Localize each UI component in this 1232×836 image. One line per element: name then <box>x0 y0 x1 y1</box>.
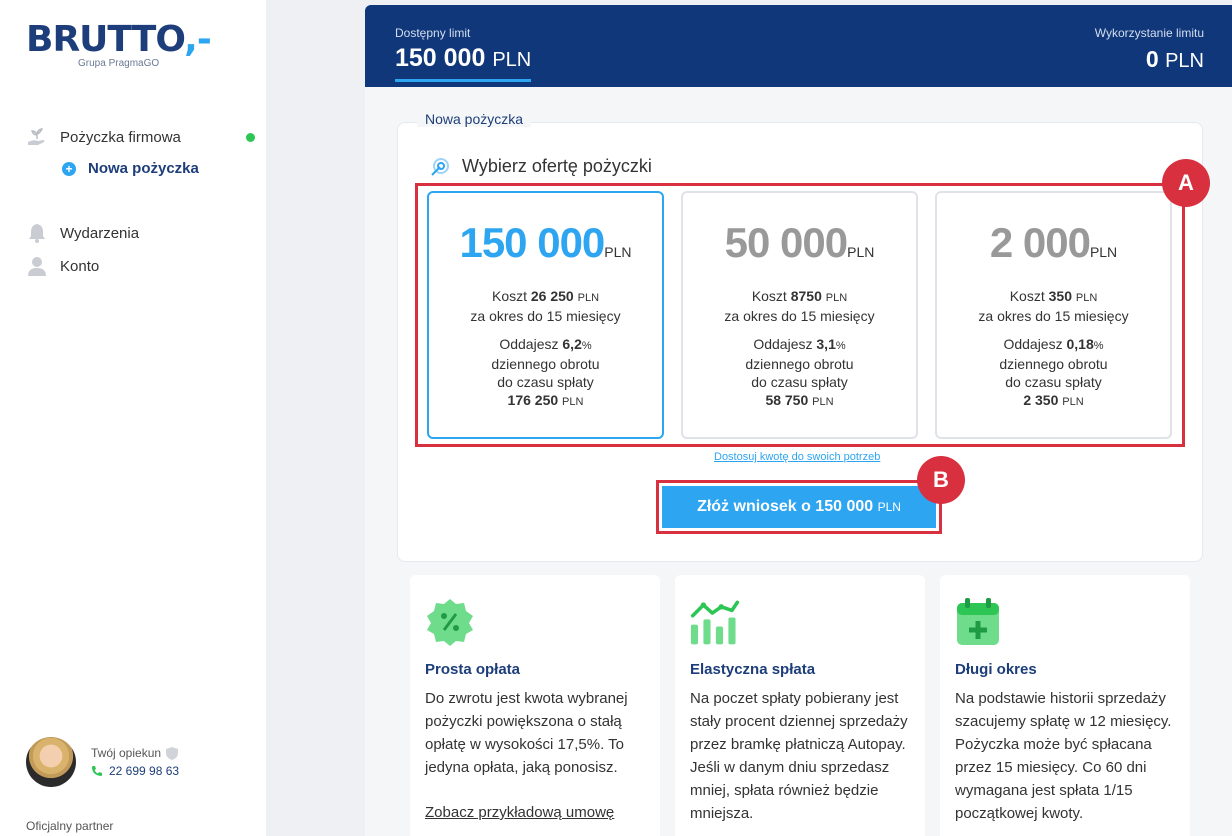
submit-highlight-b: Złóż wniosek o 150 000 PLN <box>656 480 942 534</box>
feature-card-flexible-repayment: Elastyczna spłata Na poczet spłaty pobie… <box>675 575 925 836</box>
logo-suffix: ,- <box>184 19 212 60</box>
brand-logo[interactable]: BRUTTO,- Grupa PragmaGO <box>26 19 212 70</box>
limit-header: Dostępny limit 150 000 PLN Wykorzystanie… <box>365 5 1232 87</box>
offer-cost: 26 250 <box>530 288 574 304</box>
feature-title: Długi okres <box>955 661 1037 678</box>
plus-circle-icon: + <box>62 161 76 176</box>
sidebar: BRUTTO,- Grupa PragmaGO Pożyczka firmowa… <box>0 0 266 836</box>
adjust-amount-link[interactable]: Dostosuj kwotę do swoich potrzeb <box>714 451 880 463</box>
sidebar-item-label: Nowa pożyczka <box>88 160 199 177</box>
sample-contract-link[interactable]: Zobacz przykładową umowę <box>425 804 614 821</box>
avatar <box>26 737 76 787</box>
sidebar-item-business-loan[interactable]: Pożyczka firmowa <box>26 126 181 148</box>
offer-total: 176 250 <box>507 392 559 408</box>
offer-card-150000[interactable]: 150 000PLN Koszt 26 250 PLN za okres do 1… <box>427 191 664 439</box>
status-dot <box>246 133 255 142</box>
submit-application-button[interactable]: Złóż wniosek o 150 000 PLN <box>662 486 936 528</box>
offer-percent: 0,18 <box>1066 336 1094 352</box>
available-limit-label: Dostępny limit <box>395 26 471 40</box>
offer-amount: 50 000 <box>724 219 848 266</box>
offer-cost: 350 <box>1048 288 1072 304</box>
annotation-badge-a: A <box>1162 159 1210 207</box>
annotation-badge-b: B <box>917 456 965 504</box>
feature-text: Na podstawie historii sprzedaży szacujem… <box>955 690 1172 822</box>
plant-hand-icon <box>28 128 45 145</box>
feature-text: Na poczet spłaty pobierany jest stały pr… <box>690 690 908 822</box>
offer-amount: 150 000 <box>459 219 605 266</box>
offer-section-title: Wybierz ofertę pożyczki <box>430 156 652 177</box>
official-partner-label: Oficjalny partner <box>26 819 114 833</box>
offer-total: 2 350 <box>1023 392 1059 408</box>
sidebar-item-label: Wydarzenia <box>60 224 140 242</box>
feature-card-simple-fee: Prosta opłata Do zwrotu jest kwota wybra… <box>410 575 660 836</box>
limit-usage-label: Wykorzystanie limitu <box>1094 26 1204 40</box>
new-loan-tab: Nowa pożyczka <box>417 111 532 127</box>
target-arrow-icon <box>431 157 449 176</box>
percent-badge-icon <box>427 599 473 646</box>
feature-title: Elastyczna spłata <box>690 661 816 678</box>
growth-chart-icon <box>690 600 740 645</box>
feature-text: Do zwrotu jest kwota wybranej pożyczki p… <box>425 690 628 776</box>
sidebar-item-new-loan[interactable]: + Nowa pożyczka <box>62 160 199 177</box>
phone-icon <box>92 766 102 776</box>
shield-icon <box>166 746 179 760</box>
offer-percent: 6,2 <box>562 336 582 352</box>
feature-title: Prosta opłata <box>425 661 521 678</box>
offer-percent: 3,1 <box>816 336 836 352</box>
offer-card-2000[interactable]: 2 000PLN Koszt 350 PLN za okres do 15 mie… <box>935 191 1172 439</box>
caretaker-label: Twój opiekun <box>91 746 162 760</box>
sidebar-item-label: Pożyczka firmowa <box>60 128 181 146</box>
calendar-plus-icon <box>957 598 999 645</box>
logo-subtitle: Grupa PragmaGO <box>78 58 160 69</box>
available-limit-value: 150 000 PLN <box>395 44 532 82</box>
limit-usage-value: 0 PLN <box>1145 46 1204 72</box>
caretaker-card: Twój opiekun 22 699 98 63 <box>26 737 179 787</box>
caretaker-phone-link[interactable]: 22 699 98 63 <box>91 764 179 778</box>
feature-card-long-period: Długi okres Na podstawie historii sprzed… <box>940 575 1190 836</box>
bell-icon <box>29 224 45 243</box>
user-icon <box>28 257 46 276</box>
offer-card-50000[interactable]: 50 000PLN Koszt 8750 PLN za okres do 15 m… <box>681 191 918 439</box>
sidebar-item-account[interactable]: Konto <box>26 255 99 277</box>
offer-cost: 8750 <box>790 288 822 304</box>
logo-text: BRUTTO <box>26 19 185 60</box>
offer-amount: 2 000 <box>989 219 1091 266</box>
caretaker-phone: 22 699 98 63 <box>109 764 180 778</box>
sidebar-item-events[interactable]: Wydarzenia <box>26 222 139 244</box>
offer-total: 58 750 <box>765 392 809 408</box>
sidebar-item-label: Konto <box>60 257 100 275</box>
